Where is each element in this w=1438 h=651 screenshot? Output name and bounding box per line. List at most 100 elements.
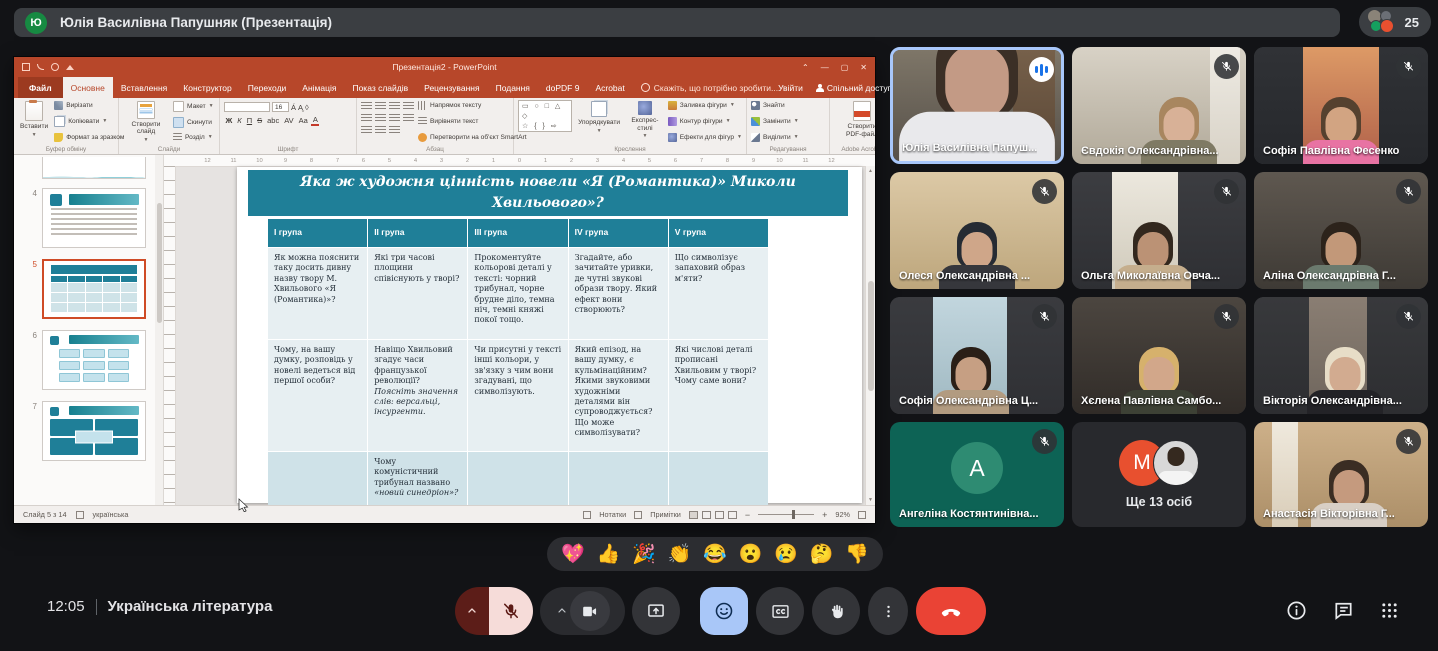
- replace-button[interactable]: Замінити▼: [751, 117, 825, 126]
- list-buttons[interactable]: [361, 100, 414, 144]
- participant-tile-7[interactable]: Софія Олександрівна Ц...: [890, 297, 1064, 414]
- clear-format-icon[interactable]: ◊: [305, 103, 309, 112]
- activities-button[interactable]: [1379, 600, 1400, 621]
- shape-outline-button[interactable]: Контур фігури▼: [668, 117, 742, 126]
- ppt-tab-0[interactable]: Файл: [18, 77, 63, 98]
- slide-canvas[interactable]: Яка ж художня цінність новели «Я (Романт…: [237, 167, 862, 503]
- font-style-button-7[interactable]: A: [311, 115, 319, 126]
- language-indicator[interactable]: українська: [93, 510, 129, 519]
- reaction-5[interactable]: 😂: [703, 545, 727, 564]
- thumbnail-scrollbar[interactable]: [155, 155, 163, 505]
- reaction-9[interactable]: 👎: [845, 545, 869, 564]
- participant-tile-10[interactable]: ААнгеліна Костянтинівна...: [890, 422, 1064, 527]
- quick-styles-button[interactable]: Експрес-стилі▼: [626, 100, 664, 144]
- align-text-button[interactable]: Вирівняти текст: [418, 117, 527, 126]
- ppt-tab-2[interactable]: Вставлення: [113, 77, 175, 98]
- reaction-4[interactable]: 👏: [668, 545, 692, 564]
- participant-tile-4[interactable]: Олеся Олександрівна ...: [890, 172, 1064, 289]
- microphone-button[interactable]: [455, 587, 533, 635]
- font-style-button-6[interactable]: Aa: [297, 116, 309, 125]
- raise-hand-button[interactable]: [812, 587, 860, 635]
- ribbon-options-icon[interactable]: ⌃: [802, 63, 809, 72]
- minimize-icon[interactable]: —: [821, 63, 829, 72]
- sign-in-button[interactable]: Увійти: [778, 83, 803, 93]
- captions-button[interactable]: [756, 587, 804, 635]
- smartart-button[interactable]: Перетворити на об'єкт SmartArt: [418, 133, 527, 142]
- camera-icon[interactable]: [570, 591, 610, 631]
- reaction-2[interactable]: 👍: [596, 545, 620, 564]
- slide-thumbnail-6[interactable]: 6: [26, 330, 149, 390]
- font-style-button-2[interactable]: П: [245, 116, 253, 125]
- ppt-tab-4[interactable]: Переходи: [240, 77, 295, 98]
- share-button[interactable]: Спільний доступ: [816, 83, 892, 93]
- camera-button[interactable]: [540, 587, 625, 635]
- ppt-tab-5[interactable]: Анімація: [294, 77, 344, 98]
- arrange-button[interactable]: Упорядкувати▼: [576, 100, 622, 144]
- ppt-tab-6[interactable]: Показ слайдів: [344, 77, 416, 98]
- new-slide-button[interactable]: Створити слайд▼: [123, 100, 169, 144]
- notes-toggle[interactable]: Нотатки: [599, 510, 626, 519]
- scroll-down-icon[interactable]: ▼: [868, 497, 873, 503]
- participants-button[interactable]: 25: [1359, 7, 1431, 37]
- zoom-slider[interactable]: [758, 514, 814, 515]
- reaction-6[interactable]: 😮: [739, 545, 763, 564]
- close-icon[interactable]: ✕: [860, 63, 867, 72]
- section-button[interactable]: Розділ▼: [173, 133, 214, 142]
- font-style-button-3[interactable]: S: [256, 116, 264, 125]
- shapes-gallery[interactable]: ▭ ○ □ △ ◇ ☆ { } ⇨ ▽: [518, 100, 572, 132]
- ppt-tab-1[interactable]: Основне: [63, 77, 113, 98]
- zoom-in-icon[interactable]: +: [822, 510, 827, 520]
- ppt-tab-9[interactable]: doPDF 9: [538, 77, 588, 98]
- participant-tile-3[interactable]: Софія Павлівна Фесенко: [1254, 47, 1428, 164]
- slide-thumbnail-7[interactable]: 7: [26, 401, 149, 461]
- grow-font-icon[interactable]: А́: [291, 103, 296, 112]
- shrink-font-icon[interactable]: А̬: [298, 103, 303, 112]
- view-switcher[interactable]: [689, 511, 737, 519]
- copy-button[interactable]: Копіювати▼: [54, 116, 124, 127]
- reaction-8[interactable]: 🤔: [810, 545, 834, 564]
- zoom-out-icon[interactable]: −: [745, 510, 750, 520]
- slide-thumbnail-partial[interactable]: [26, 157, 149, 179]
- layout-button[interactable]: Макет▼: [173, 101, 214, 112]
- ppt-tab-10[interactable]: Acrobat: [587, 77, 632, 98]
- comments-toggle[interactable]: Примітки: [650, 510, 681, 519]
- reactions-button[interactable]: [700, 587, 748, 635]
- slide-thumbnail-4[interactable]: 4: [26, 188, 149, 248]
- shape-effects-button[interactable]: Ефекти для фігур▼: [668, 133, 742, 142]
- more-options-button[interactable]: [868, 587, 908, 635]
- chat-button[interactable]: [1332, 599, 1355, 622]
- ppt-tab-8[interactable]: Подання: [488, 77, 538, 98]
- mic-muted-icon[interactable]: [489, 587, 533, 635]
- font-name-combo[interactable]: [224, 102, 270, 112]
- window-controls[interactable]: ⌃ — ▢ ✕: [802, 63, 875, 72]
- scrollbar-thumb[interactable]: [868, 281, 874, 391]
- fit-slide-icon[interactable]: [858, 511, 866, 519]
- participant-tile-6[interactable]: Аліна Олександрівна Г...: [1254, 172, 1428, 289]
- participant-tile-12[interactable]: Анастасія Вікторівна Г...: [1254, 422, 1428, 527]
- slide-thumbnail-panel[interactable]: 4567: [14, 155, 164, 505]
- format-painter-button[interactable]: Формат за зразком: [54, 133, 124, 142]
- font-style-button-4[interactable]: abc: [266, 116, 281, 125]
- select-button[interactable]: Виділити▼: [751, 133, 825, 142]
- tell-me-box[interactable]: Скажіть, що потрібно зробити...: [641, 77, 778, 98]
- font-size-combo[interactable]: 16: [272, 102, 289, 112]
- shape-fill-button[interactable]: Заливка фігури▼: [668, 101, 742, 110]
- text-direction-button[interactable]: Напрямок тексту: [418, 101, 527, 110]
- reaction-7[interactable]: 😢: [774, 545, 798, 564]
- cut-button[interactable]: Вирізати: [54, 101, 124, 110]
- font-style-button-0[interactable]: Ж: [224, 116, 234, 125]
- workspace-scrollbar[interactable]: ▲ ▼: [865, 166, 875, 505]
- participant-tile-9[interactable]: Вікторія Олександрівна...: [1254, 297, 1428, 414]
- paste-button[interactable]: Вставити▼: [18, 100, 50, 144]
- mic-options-chevron[interactable]: [455, 587, 489, 635]
- find-button[interactable]: Знайти: [751, 101, 825, 110]
- present-button[interactable]: [632, 587, 680, 635]
- participant-tile-8[interactable]: Хєлена Павлівна Самбо...: [1072, 297, 1246, 414]
- info-button[interactable]: [1285, 599, 1308, 622]
- ppt-tab-3[interactable]: Конструктор: [175, 77, 239, 98]
- reset-button[interactable]: Скинути: [173, 117, 214, 128]
- font-style-button-5[interactable]: AV: [283, 116, 295, 125]
- font-style-button-1[interactable]: К: [236, 116, 243, 125]
- end-call-button[interactable]: [916, 587, 986, 635]
- participant-tile-1[interactable]: Юлія Василівна Папуш...: [890, 47, 1064, 164]
